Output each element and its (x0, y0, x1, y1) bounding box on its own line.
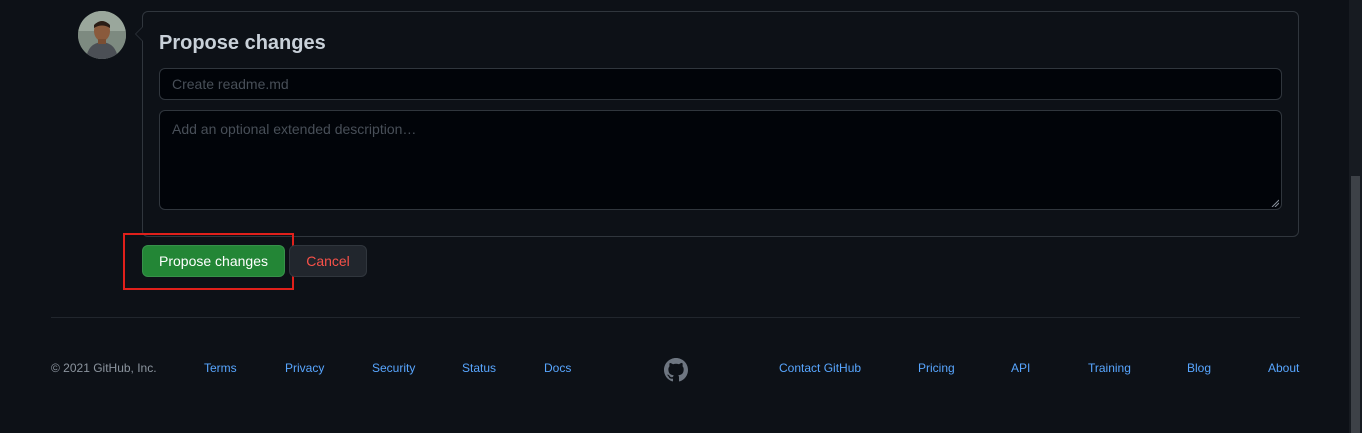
footer-link-api[interactable]: API (1011, 361, 1030, 375)
resize-handle-icon[interactable] (1271, 199, 1279, 207)
footer-link-status[interactable]: Status (462, 361, 496, 375)
footer-copyright: © 2021 GitHub, Inc. (51, 361, 157, 375)
user-avatar[interactable] (78, 11, 126, 59)
commit-form-title: Propose changes (159, 32, 326, 54)
footer-divider (51, 317, 1300, 318)
avatar-image (78, 11, 126, 59)
footer: © 2021 GitHub, Inc. Terms Privacy Securi… (0, 358, 1362, 382)
footer-link-docs[interactable]: Docs (544, 361, 571, 375)
commit-description-textarea[interactable] (159, 110, 1282, 210)
page: Propose changes Propose changes Cancel ©… (0, 0, 1362, 433)
footer-link-pricing[interactable]: Pricing (918, 361, 955, 375)
propose-changes-button[interactable]: Propose changes (142, 245, 285, 277)
footer-link-terms[interactable]: Terms (204, 361, 237, 375)
commit-summary-input[interactable] (159, 68, 1282, 100)
footer-link-privacy[interactable]: Privacy (285, 361, 324, 375)
footer-link-contact-github[interactable]: Contact GitHub (779, 361, 861, 375)
scrollbar-thumb[interactable] (1351, 176, 1360, 433)
cancel-button[interactable]: Cancel (289, 245, 367, 277)
commit-form: Propose changes (135, 11, 1299, 237)
footer-link-training[interactable]: Training (1088, 361, 1131, 375)
footer-link-security[interactable]: Security (372, 361, 415, 375)
vertical-scrollbar[interactable] (1349, 0, 1362, 433)
github-mark-icon[interactable] (664, 358, 688, 382)
footer-link-blog[interactable]: Blog (1187, 361, 1211, 375)
footer-link-about[interactable]: About (1268, 361, 1299, 375)
